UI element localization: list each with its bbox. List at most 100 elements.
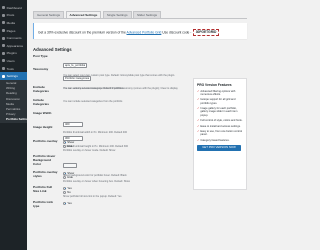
full-size-link-desc: Show portfolio full size link in the pop… [63, 195, 122, 198]
sidebar-item-label: Comments [6, 36, 22, 41]
tab-single-settings[interactable]: Single Settings [102, 11, 132, 18]
notice-link[interactable]: Advanced Portfolio Grid [127, 30, 162, 34]
dashboard-icon [2, 6, 5, 10]
sidebar-item-dashboard[interactable]: Dashboard [0, 4, 27, 12]
include-categories-label: Include Categories [33, 98, 49, 106]
sidebar-item-comments[interactable]: Comments [0, 34, 27, 42]
radio-button[interactable] [63, 201, 66, 205]
pro-feature-item: ✓ Category based features. [197, 138, 243, 143]
tab-slider-settings[interactable]: Slider Settings [133, 11, 161, 18]
color-picker-button[interactable] [63, 163, 77, 168]
include-categories-desc: You can include selected categories from… [63, 100, 123, 103]
portfolio-overlay-desc: Portfolio overlay on hover mode. Default… [63, 149, 116, 152]
exclude-categories-label: Exclude Categories [33, 85, 49, 93]
radio-yes[interactable]: Yes [63, 201, 189, 205]
radio-no[interactable]: No [63, 190, 189, 194]
pro-features-box: PRO Version Features ✓ Advanced filtering… [193, 78, 247, 190]
radio-button[interactable] [63, 144, 66, 148]
pro-feature-item: ✓ Full control of style, colors and fonts… [197, 118, 243, 123]
radio-button[interactable] [63, 190, 66, 194]
overlay-bg-color-label: Portfolio Hover Background Color [33, 154, 56, 166]
row-image-height: Image Height 300 Portfolio thumbnail hei… [33, 125, 189, 148]
checkmark-icon: ✓ [197, 123, 200, 128]
sidebar-item-label: Dashboard [6, 5, 22, 10]
checkmark-icon: ✓ [197, 118, 200, 123]
row-taxonomy: Taxonomy Portfolio Categories You can se… [33, 67, 189, 90]
get-pro-button[interactable]: GET PRO VERSION NOW [197, 145, 241, 151]
pro-title: PRO Version Features [197, 83, 232, 87]
notice-suffix: Use discount code - [161, 30, 193, 35]
overlay-style-desc: Portfolio overlay on hover when hovering… [63, 180, 130, 183]
row-image-width: Image Width 400 Portfolio thumbnail widt… [33, 111, 189, 134]
pro-feature-item: ✓ Ease to install and access settings. [197, 123, 243, 128]
taxonomy-label: Taxonomy [33, 67, 49, 71]
pro-feature-text: Isotope support for all grid and portfol… [200, 98, 236, 105]
media-icon [2, 21, 5, 25]
radio-hide[interactable]: Hide [63, 175, 189, 179]
sidebar-item-label: Posts [6, 13, 15, 18]
sidebar-item-label: Pages [6, 28, 16, 33]
radio-button[interactable] [63, 140, 66, 144]
image-width-label: Image Width [33, 111, 52, 115]
tab-general-settings[interactable]: General Settings [33, 11, 65, 18]
pro-feature-text: Advanced filtering options with numerous… [200, 89, 236, 96]
submenu-item-portfolio-settings[interactable]: Portfolio Settings [0, 117, 27, 122]
radio-button[interactable] [63, 175, 66, 179]
image-height-label: Image Height [33, 125, 53, 129]
sidebar-item-label: Tools [6, 66, 14, 71]
radio-button[interactable] [63, 171, 66, 175]
radio-hide[interactable]: Hide [63, 144, 189, 148]
checkmark-icon: ✓ [197, 138, 200, 143]
admin-sidebar: Dashboard Posts Media Pages Comments App… [0, 0, 27, 250]
section-title: Advanced Settings [33, 47, 72, 52]
sidebar-item-tools[interactable]: Tools [0, 65, 27, 73]
tools-icon [2, 67, 5, 71]
sidebar-item-settings[interactable]: Settings [0, 72, 27, 80]
full-size-link-label: Portfolio Full Size Link [33, 185, 53, 193]
notice-prefix: Get a 30% exclusive discount on the prem… [38, 30, 127, 35]
row-full-size-link: Portfolio Full Size Link Yes No Show por… [33, 185, 189, 201]
pro-feature-text: Image gallery for each portfolio, galler… [200, 107, 238, 117]
sidebar-item-label: Appearance [6, 43, 24, 48]
comments-icon [2, 36, 5, 40]
row-overlay-bg-color: Portfolio Hover Background Color Select … [33, 154, 189, 177]
sidebar-item-users[interactable]: Users [0, 57, 27, 65]
row-portfolio-overlay: Portfolio overlay Show Hide Portfolio ov… [33, 139, 189, 155]
radio-label: Hide [67, 175, 73, 179]
pro-feature-text: Category based features. [200, 139, 230, 143]
users-icon [2, 59, 5, 63]
radio-label: No [67, 190, 71, 194]
row-overlay-style: Portfolio overlay styles Show Hide Portf… [33, 170, 189, 186]
taxonomy-select[interactable]: Portfolio Categories [63, 76, 91, 81]
sidebar-item-media[interactable]: Media [0, 19, 27, 27]
portfolio-overlay-label: Portfolio overlay [33, 139, 58, 143]
settings-icon [2, 74, 5, 78]
pro-feature-text: Easy to use, from one button control pan… [200, 130, 243, 137]
checkmark-icon: ✓ [197, 88, 200, 93]
sidebar-item-label: Users [6, 58, 15, 63]
sidebar-item-pages[interactable]: Pages [0, 27, 27, 35]
settings-submenu: General Writing Reading Discussion Media… [0, 79, 27, 124]
pro-feature-item: ✓ Easy to use, from one button control pa… [197, 130, 243, 137]
row-link-type: Portfolio Link type Yes [33, 200, 189, 209]
pin-icon [2, 13, 5, 17]
pro-feature-item: ✓ Advanced filtering options with numerou… [197, 88, 243, 96]
checkmark-icon: ✓ [197, 106, 200, 111]
sidebar-item-plugins[interactable]: Plugins [0, 50, 27, 58]
pro-feature-item: ✓ Image gallery for each portfolio, galle… [197, 107, 243, 117]
tab-advanced-settings[interactable]: Advanced Settings [65, 11, 102, 18]
radio-label: Hide [67, 144, 73, 148]
sidebar-item-posts[interactable]: Posts [0, 12, 27, 20]
row-exclude-categories: Exclude Categories You can exclude selec… [33, 85, 189, 99]
settings-form: Post Type apis_fe_portfolio You can sele… [33, 54, 189, 209]
sidebar-item-label: Media [6, 20, 16, 25]
settings-tabs: General Settings Advanced Settings Singl… [33, 11, 161, 18]
pro-feature-text: Full control of style, colors and fonts. [200, 119, 243, 123]
radio-button[interactable] [63, 186, 66, 190]
checkmark-icon: ✓ [197, 97, 200, 102]
post-type-label: Post Type [33, 54, 48, 58]
sidebar-item-appearance[interactable]: Appearance [0, 42, 27, 50]
radio-label: Yes [67, 201, 72, 205]
row-post-type: Post Type apis_fe_portfolio You can sele… [33, 54, 189, 77]
coupon-code: 30FGETGRID [193, 29, 219, 36]
